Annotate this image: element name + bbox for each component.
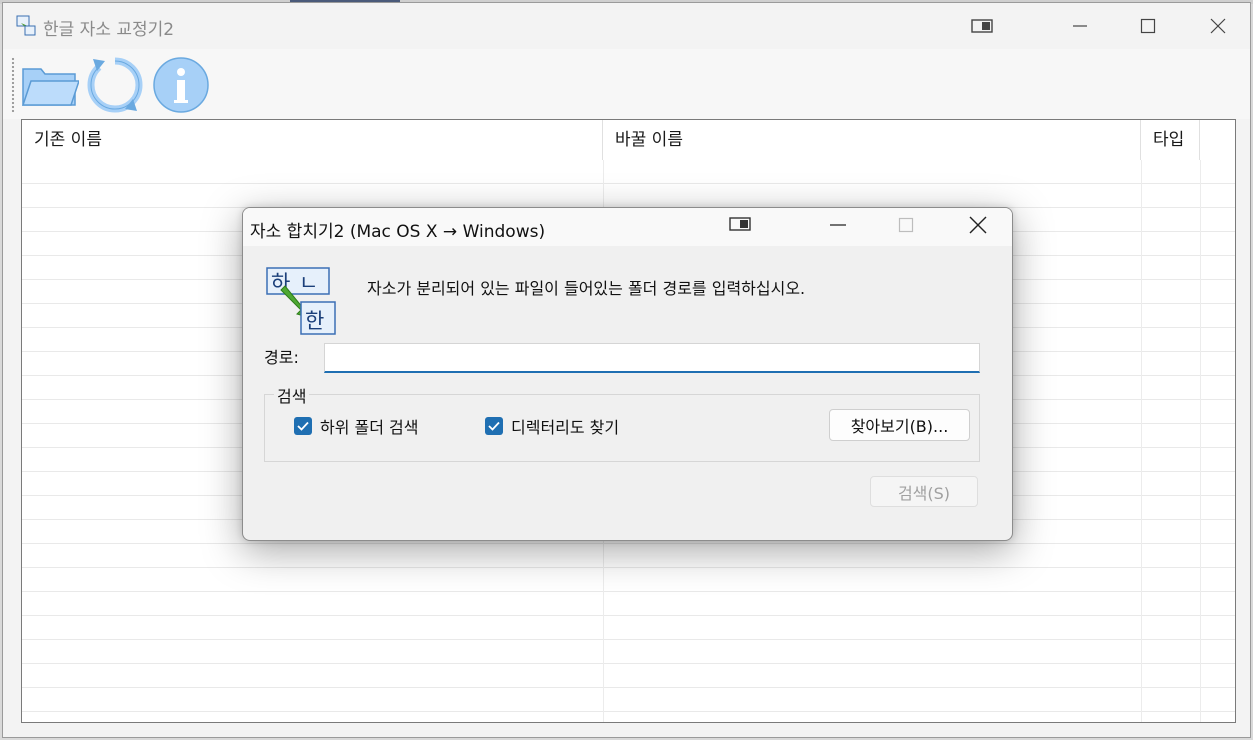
maximize-button[interactable]	[1119, 3, 1177, 49]
path-label: 경로:	[264, 348, 299, 367]
column-type[interactable]: 타입	[1141, 120, 1200, 160]
close-icon[interactable]	[969, 216, 987, 234]
path-input[interactable]	[324, 343, 980, 373]
include-directories-label: 디렉터리도 찾기	[511, 418, 620, 437]
minimize-button[interactable]	[1051, 3, 1109, 49]
subfolder-search-checkbox[interactable]: 하위 폴더 검색	[294, 414, 419, 438]
minimize-icon	[1073, 25, 1087, 27]
search-group-label: 검색	[274, 383, 310, 407]
browse-button[interactable]: 찾아보기(B)...	[829, 409, 970, 441]
folder-open-icon[interactable]	[19, 55, 79, 115]
close-icon	[1210, 18, 1226, 34]
dialog-title-bar[interactable]: 자소 합치기2 (Mac OS X → Windows)	[243, 208, 1012, 246]
include-directories-checkbox[interactable]: 디렉터리도 찾기	[485, 414, 619, 438]
window-title: 한글 자소 교정기2	[43, 20, 175, 40]
compose-dialog: 자소 합치기2 (Mac OS X → Windows) 하 ㄴ 한 자소가 분…	[242, 207, 1013, 541]
search-button[interactable]: 검색(S)	[870, 476, 978, 507]
dialog-message: 자소가 분리되어 있는 파일이 들어있는 폴더 경로를 입력하십시오.	[367, 279, 806, 298]
column-divider	[1141, 160, 1142, 722]
svg-text:ㄴ: ㄴ	[299, 271, 318, 295]
snap-layout-button[interactable]	[953, 3, 1011, 49]
toolbar-grip[interactable]	[11, 57, 15, 113]
checkbox-checked-icon[interactable]	[294, 417, 312, 435]
subfolder-search-label: 하위 폴더 검색	[320, 418, 419, 437]
info-icon[interactable]	[151, 55, 211, 115]
maximize-icon	[1140, 18, 1156, 34]
dialog-title: 자소 합치기2 (Mac OS X → Windows)	[250, 222, 546, 242]
close-button[interactable]	[1189, 3, 1247, 49]
list-header: 기존 이름 바꿀 이름 타입	[22, 120, 1235, 160]
app-icon	[16, 15, 36, 36]
checkbox-checked-icon[interactable]	[485, 417, 503, 435]
minimize-icon[interactable]	[829, 216, 847, 234]
column-original-name[interactable]: 기존 이름	[22, 120, 603, 160]
snap-icon	[971, 19, 993, 33]
toolbar	[3, 49, 1250, 119]
column-new-name[interactable]: 바꿀 이름	[603, 120, 1141, 160]
title-bar[interactable]: 한글 자소 교정기2	[3, 3, 1250, 49]
snap-icon[interactable]	[729, 217, 751, 231]
column-divider	[1200, 160, 1201, 722]
refresh-icon[interactable]	[85, 55, 145, 115]
maximize-icon	[898, 217, 914, 233]
jaso-merge-icon: 하 ㄴ 한	[266, 267, 336, 335]
svg-text:한: 한	[305, 309, 324, 333]
